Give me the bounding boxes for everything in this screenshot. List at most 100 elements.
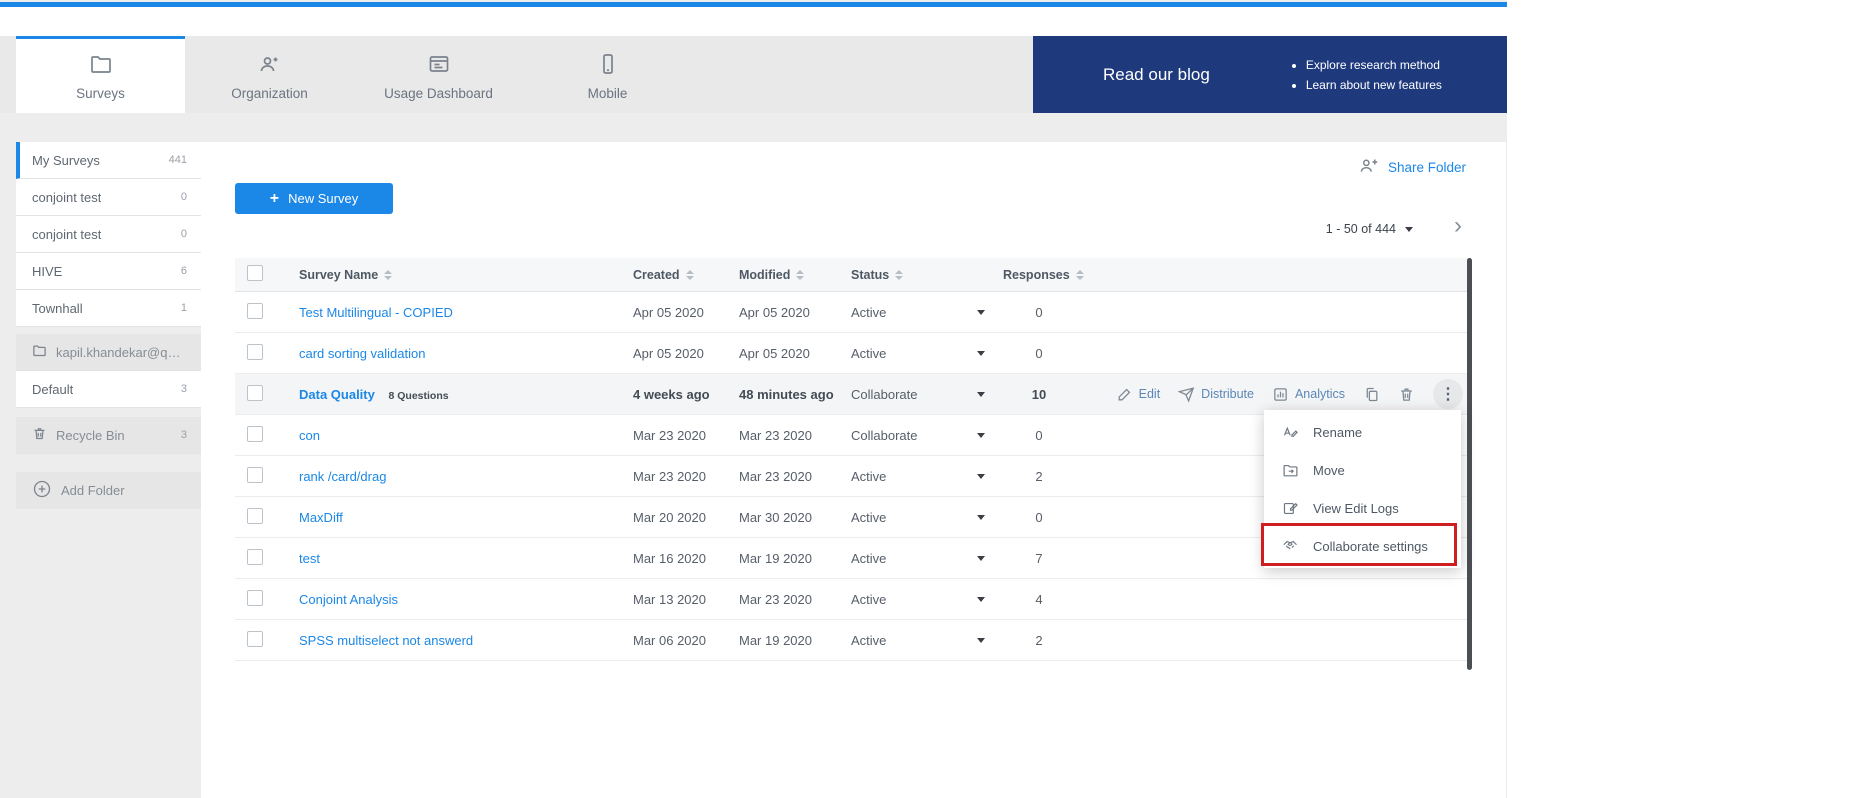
table-row: card sorting validation Apr 05 2020 Apr … <box>235 333 1471 374</box>
sidebar-item-conjoint-test-2[interactable]: conjoint test 0 <box>16 216 201 253</box>
new-survey-button[interactable]: + New Survey <box>235 183 393 214</box>
pagination-dropdown[interactable]: 1 - 50 of 444 <box>1326 222 1413 236</box>
row-checkbox[interactable] <box>247 344 263 360</box>
surveys-folder-icon <box>89 52 113 79</box>
header-survey-name[interactable]: Survey Name <box>299 268 633 282</box>
table-row: Conjoint Analysis Mar 13 2020 Mar 23 202… <box>235 579 1471 620</box>
survey-name-link[interactable]: MaxDiff <box>299 510 343 525</box>
sidebar-item-shared-account[interactable]: kapil.khandekar@que... <box>16 334 201 371</box>
row-checkbox[interactable] <box>247 385 263 401</box>
folder-label: HIVE <box>32 264 62 279</box>
rename-icon <box>1282 424 1299 441</box>
status-dropdown[interactable]: Collaborate <box>851 387 1003 402</box>
caret-down-icon <box>977 433 985 438</box>
survey-name-link[interactable]: Test Multilingual - COPIED <box>299 305 453 320</box>
share-folder-button[interactable]: Share Folder <box>1358 155 1466 179</box>
row-checkbox[interactable] <box>247 549 263 565</box>
survey-name-link[interactable]: test <box>299 551 320 566</box>
folder-count: 6 <box>181 265 187 277</box>
header-status[interactable]: Status <box>851 268 1003 282</box>
created-cell: Mar 20 2020 <box>633 510 739 525</box>
status-dropdown[interactable]: Active <box>851 551 1003 566</box>
edit-button[interactable]: Edit <box>1116 386 1161 403</box>
tab-mobile[interactable]: Mobile <box>523 36 692 113</box>
responses-cell: 2 <box>1003 469 1075 484</box>
caret-down-icon <box>977 392 985 397</box>
sidebar-item-recycle-bin[interactable]: Recycle Bin 3 <box>16 417 201 454</box>
next-page-button[interactable]: › <box>1454 214 1462 238</box>
sidebar-item-conjoint-test-1[interactable]: conjoint test 0 <box>16 179 201 216</box>
survey-name-link[interactable]: Data Quality <box>299 387 375 402</box>
tab-usage-dashboard[interactable]: Usage Dashboard <box>354 36 523 113</box>
menu-item-view-edit-logs[interactable]: View Edit Logs <box>1264 489 1461 527</box>
created-cell: Mar 23 2020 <box>633 469 739 484</box>
header-modified[interactable]: Modified <box>739 268 851 282</box>
status-dropdown[interactable]: Active <box>851 305 1003 320</box>
status-dropdown[interactable]: Active <box>851 346 1003 361</box>
caret-down-icon <box>1405 227 1413 232</box>
survey-name-link[interactable]: card sorting validation <box>299 346 425 361</box>
sort-icon <box>384 270 392 280</box>
copy-icon[interactable] <box>1363 386 1380 403</box>
status-dropdown[interactable]: Active <box>851 592 1003 607</box>
sort-icon <box>796 270 804 280</box>
folder-count: 1 <box>181 302 187 314</box>
header-responses[interactable]: Responses <box>1003 268 1075 282</box>
folder-label: conjoint test <box>32 227 101 242</box>
header-created[interactable]: Created <box>633 268 739 282</box>
created-cell: Mar 16 2020 <box>633 551 739 566</box>
responses-cell: 10 <box>1003 387 1075 402</box>
analytics-button[interactable]: Analytics <box>1272 386 1345 403</box>
menu-item-rename[interactable]: Rename <box>1264 413 1461 451</box>
survey-name-link[interactable]: rank /card/drag <box>299 469 386 484</box>
row-checkbox[interactable] <box>247 508 263 524</box>
row-actions: Edit Distribute Analytics <box>1075 379 1471 409</box>
sidebar-item-townhall[interactable]: Townhall 1 <box>16 290 201 327</box>
created-cell: Mar 23 2020 <box>633 428 739 443</box>
modified-cell: Apr 05 2020 <box>739 346 851 361</box>
row-checkbox[interactable] <box>247 426 263 442</box>
add-folder-button[interactable]: Add Folder <box>16 472 201 509</box>
modified-cell: Mar 30 2020 <box>739 510 851 525</box>
sidebar-item-my-surveys[interactable]: My Surveys 441 <box>16 142 201 179</box>
responses-cell: 7 <box>1003 551 1075 566</box>
edit-logs-icon <box>1282 500 1299 517</box>
sort-icon <box>686 270 694 280</box>
mobile-phone-icon <box>596 52 620 79</box>
delete-icon[interactable] <box>1398 386 1415 403</box>
menu-item-move[interactable]: Move <box>1264 451 1461 489</box>
survey-name-link[interactable]: Conjoint Analysis <box>299 592 398 607</box>
survey-name-link[interactable]: con <box>299 428 320 443</box>
blog-bullet: Explore research method <box>1306 55 1442 75</box>
tab-organization[interactable]: Organization <box>185 36 354 113</box>
read-our-blog-link[interactable]: Read our blog <box>1103 65 1210 85</box>
select-all-checkbox[interactable] <box>247 265 263 281</box>
handshake-icon <box>1282 538 1299 555</box>
survey-name-link[interactable]: SPSS multiselect not answerd <box>299 633 473 648</box>
sidebar-item-default[interactable]: Default 3 <box>16 371 201 408</box>
status-dropdown[interactable]: Active <box>851 469 1003 484</box>
top-band <box>0 7 1507 36</box>
status-dropdown[interactable]: Active <box>851 510 1003 525</box>
status-dropdown[interactable]: Collaborate <box>851 428 1003 443</box>
pencil-icon <box>1116 386 1133 403</box>
plus-circle-icon <box>32 479 61 502</box>
tab-surveys[interactable]: Surveys <box>16 36 185 113</box>
row-checkbox[interactable] <box>247 590 263 606</box>
row-checkbox[interactable] <box>247 303 263 319</box>
menu-item-collaborate-settings[interactable]: Collaborate settings <box>1264 527 1461 565</box>
status-dropdown[interactable]: Active <box>851 633 1003 648</box>
folder-count: 441 <box>169 154 187 166</box>
table-row: Test Multilingual - COPIED Apr 05 2020 A… <box>235 292 1471 333</box>
row-checkbox[interactable] <box>247 467 263 483</box>
responses-cell: 2 <box>1003 633 1075 648</box>
folder-count: 3 <box>181 429 187 441</box>
row-checkbox[interactable] <box>247 631 263 647</box>
responses-cell: 0 <box>1003 428 1075 443</box>
sidebar-item-hive[interactable]: HIVE 6 <box>16 253 201 290</box>
responses-cell: 0 <box>1003 346 1075 361</box>
tab-label: Surveys <box>76 86 125 101</box>
more-options-button[interactable]: ⋮ <box>1433 379 1463 409</box>
table-scrollbar[interactable] <box>1467 258 1472 670</box>
distribute-button[interactable]: Distribute <box>1178 386 1254 403</box>
